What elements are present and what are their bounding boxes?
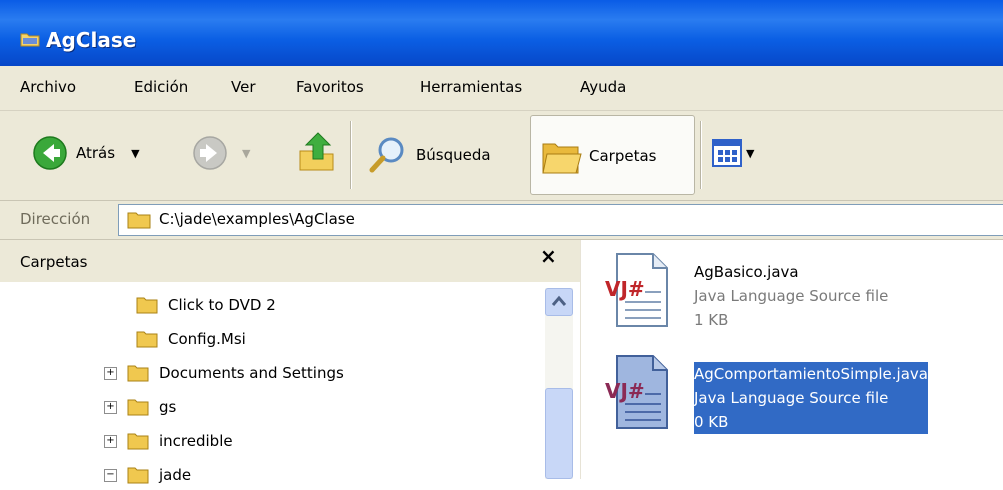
address-input[interactable]: C:\jade\examples\AgClase <box>118 204 1003 236</box>
tree-item-label: Documents and Settings <box>159 364 344 382</box>
folder-icon <box>20 33 40 47</box>
back-arrow-icon <box>33 136 67 170</box>
toolbar-separator <box>700 121 701 189</box>
up-folder-button[interactable] <box>296 129 336 173</box>
folders-label: Carpetas <box>589 147 657 165</box>
search-button[interactable]: Búsqueda <box>368 135 491 175</box>
views-button[interactable]: ▼ <box>712 139 754 167</box>
scroll-up-button[interactable] <box>545 288 573 316</box>
menu-archivo[interactable]: Archivo <box>20 78 76 96</box>
back-button[interactable]: Atrás ▼ <box>32 135 140 171</box>
forward-arrow-icon <box>193 136 227 170</box>
folders-button[interactable]: Carpetas <box>530 115 695 195</box>
close-icon[interactable]: × <box>540 244 557 268</box>
forward-dropdown-icon[interactable]: ▼ <box>242 147 250 160</box>
tree-item[interactable]: + gs <box>104 392 176 422</box>
search-label: Búsqueda <box>416 146 491 164</box>
file-size: 0 KB <box>694 413 729 431</box>
tree-item[interactable]: + incredible <box>104 426 233 456</box>
menu-favoritos[interactable]: Favoritos <box>296 78 364 96</box>
address-label: Dirección <box>20 210 91 228</box>
folders-pane-header: Carpetas × <box>0 240 580 282</box>
folder-icon <box>136 331 158 348</box>
java-file-icon: VJ# <box>605 355 668 429</box>
folders-icon <box>542 143 582 174</box>
tree-item-label: gs <box>159 398 177 416</box>
file-item-selected[interactable]: VJ# AgComportamientoSimple.java Java Lan… <box>581 348 1003 448</box>
file-size: 1 KB <box>694 311 729 329</box>
file-item[interactable]: VJ# AgBasico.java Java Language Source f… <box>581 246 1003 346</box>
collapse-icon[interactable]: − <box>104 468 117 482</box>
views-dropdown-icon[interactable]: ▼ <box>746 147 754 160</box>
address-path: C:\jade\examples\AgClase <box>159 210 355 228</box>
folder-icon <box>136 297 158 314</box>
tree-item[interactable]: Config.Msi <box>136 324 246 354</box>
svg-text:VJ#: VJ# <box>605 277 645 301</box>
back-dropdown-icon[interactable]: ▼ <box>131 147 139 160</box>
java-file-icon: VJ# <box>605 253 668 327</box>
address-bar: Dirección C:\jade\examples\AgClase <box>0 201 1003 240</box>
folder-icon <box>127 433 149 450</box>
tree-item[interactable]: − jade <box>104 460 191 490</box>
search-icon <box>369 137 404 173</box>
expand-icon[interactable]: + <box>104 400 117 414</box>
expand-icon[interactable]: + <box>104 434 117 448</box>
menu-ver[interactable]: Ver <box>231 78 256 96</box>
scroll-thumb[interactable] <box>545 388 573 479</box>
title-bar[interactable]: AgClase <box>0 0 1003 66</box>
file-text: AgComportamientoSimple.java Java Languag… <box>694 362 928 434</box>
tree-item-label: Config.Msi <box>168 330 246 348</box>
tree-item[interactable]: + Documents and Settings <box>104 358 344 388</box>
file-text: AgBasico.java Java Language Source file … <box>694 260 888 332</box>
toolbar-separator <box>350 121 351 189</box>
file-type: Java Language Source file <box>694 389 889 407</box>
forward-button[interactable]: ▼ <box>192 135 250 171</box>
file-list: VJ# AgBasico.java Java Language Source f… <box>581 240 1003 479</box>
window-title: AgClase <box>46 28 137 52</box>
views-grid-icon <box>712 139 742 167</box>
svg-text:VJ#: VJ# <box>605 379 645 403</box>
expand-icon[interactable]: + <box>104 366 117 380</box>
toolbar: Atrás ▼ ▼ Búsqueda Carpetas ▼ <box>0 111 1003 201</box>
up-folder-icon <box>299 132 334 171</box>
tree-item-label: incredible <box>159 432 233 450</box>
menu-ayuda[interactable]: Ayuda <box>580 78 626 96</box>
folders-pane-title: Carpetas <box>20 253 88 271</box>
file-name: AgBasico.java <box>694 263 799 281</box>
folders-pane: Carpetas × Click to DVD 2 Config.Msi + D… <box>0 240 581 484</box>
menu-herramientas[interactable]: Herramientas <box>420 78 522 96</box>
tree-item-label: Click to DVD 2 <box>168 296 276 314</box>
file-name: AgComportamientoSimple.java <box>694 365 928 383</box>
file-type: Java Language Source file <box>694 287 889 305</box>
folder-icon <box>127 365 149 382</box>
back-label: Atrás <box>76 144 116 162</box>
chevron-up-icon <box>551 295 567 306</box>
tree-item[interactable]: Click to DVD 2 <box>136 290 276 320</box>
vertical-scrollbar[interactable] <box>545 288 573 479</box>
menu-bar: Archivo Edición Ver Favoritos Herramient… <box>0 66 1003 111</box>
menu-edicion[interactable]: Edición <box>134 78 188 96</box>
folder-icon <box>127 399 149 416</box>
folder-icon <box>127 212 151 229</box>
open-folder-icon <box>127 467 149 484</box>
tree-item-label: jade <box>159 466 192 484</box>
